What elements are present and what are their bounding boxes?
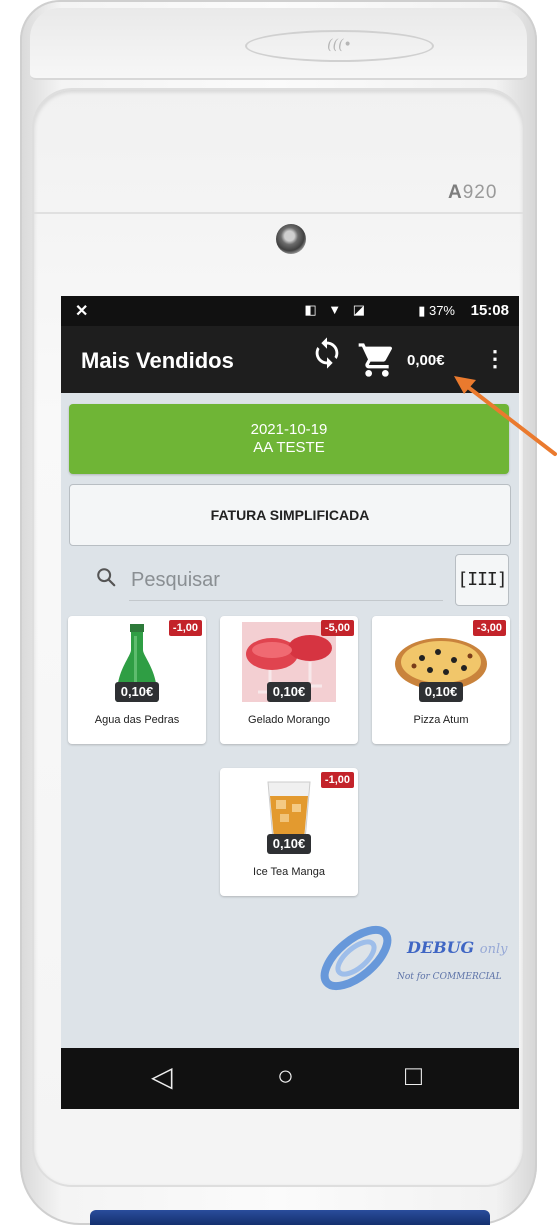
product-name: Ice Tea Manga [253,866,325,878]
watermark-title: DEBUG only [407,938,508,957]
search-input[interactable] [129,560,443,601]
debug-logo-icon [320,925,392,991]
product-card[interactable]: -3,00 0,10€ Pizza Atum [372,616,510,744]
search-row: [III] [61,554,519,610]
barcode-icon: [III] [457,569,507,590]
session-banner[interactable]: 2021-10-19 AA TESTE [69,404,509,474]
notification-icon: ✕ [75,303,89,320]
price-tag: 0,10€ [267,834,311,854]
cart-total[interactable]: 0,00€ [407,352,445,369]
session-name: AA TESTE [253,439,325,456]
product-card[interactable]: -1,00 0,10€ Agua das Pedras [68,616,206,744]
search-icon [95,566,117,594]
cart-icon[interactable] [357,340,397,380]
document-type-button[interactable]: FATURA SIMPLIFICADA [69,484,511,546]
discount-badge: -5,00 [320,620,354,636]
product-name: Gelado Morango [248,714,330,726]
home-icon[interactable]: ○ [277,1060,294,1092]
product-card[interactable]: -5,00 0,10€ Gelado Morango [220,616,358,744]
price-tag: 0,10€ [115,682,159,702]
back-icon[interactable]: ◁ [151,1060,173,1093]
barcode-scan-button[interactable]: [III] [455,554,509,606]
discount-badge: -1,00 [168,620,202,636]
bezel-divider [34,212,523,214]
refresh-icon[interactable] [310,336,344,379]
device-bottom-strip [90,1210,490,1225]
refresh-glyph [315,337,339,369]
contactless-logo-text: (((• [327,37,352,53]
product-name: Agua das Pedras [94,714,180,726]
annotation-arrow-icon [454,376,557,456]
model-label: A920 [448,182,498,203]
status-bar: ✕ ◧ ▼ ◪ ▮ 37% 15:08 [61,296,519,326]
session-date: 2021-10-19 [250,421,328,438]
price-tag: 0,10€ [419,682,463,702]
search-glyph [97,568,116,587]
product-name: Pizza Atum [413,714,469,726]
discount-badge: -1,00 [320,772,354,788]
android-nav-bar: ◁ ○ □ [61,1048,519,1109]
recents-icon[interactable]: □ [405,1060,422,1092]
product-card[interactable]: -1,00 0,10€ Ice Tea Manga [220,768,358,896]
clock: 15:08 [470,302,509,319]
device-top-cap: (((• [30,8,527,80]
price-tag: 0,10€ [267,682,311,702]
status-icons: ◧ ▼ ◪ [304,302,369,317]
debug-watermark: DEBUG only Not for COMMERCIAL [311,918,519,998]
discount-badge: -3,00 [472,620,506,636]
contactless-logo: (((• [245,30,434,62]
camera-lens-icon [276,224,306,254]
page-title: Mais Vendidos [81,348,234,373]
watermark-subtitle: Not for COMMERCIAL [397,972,502,982]
cart-glyph [358,343,393,377]
battery-level: ▮ 37% [418,303,455,318]
